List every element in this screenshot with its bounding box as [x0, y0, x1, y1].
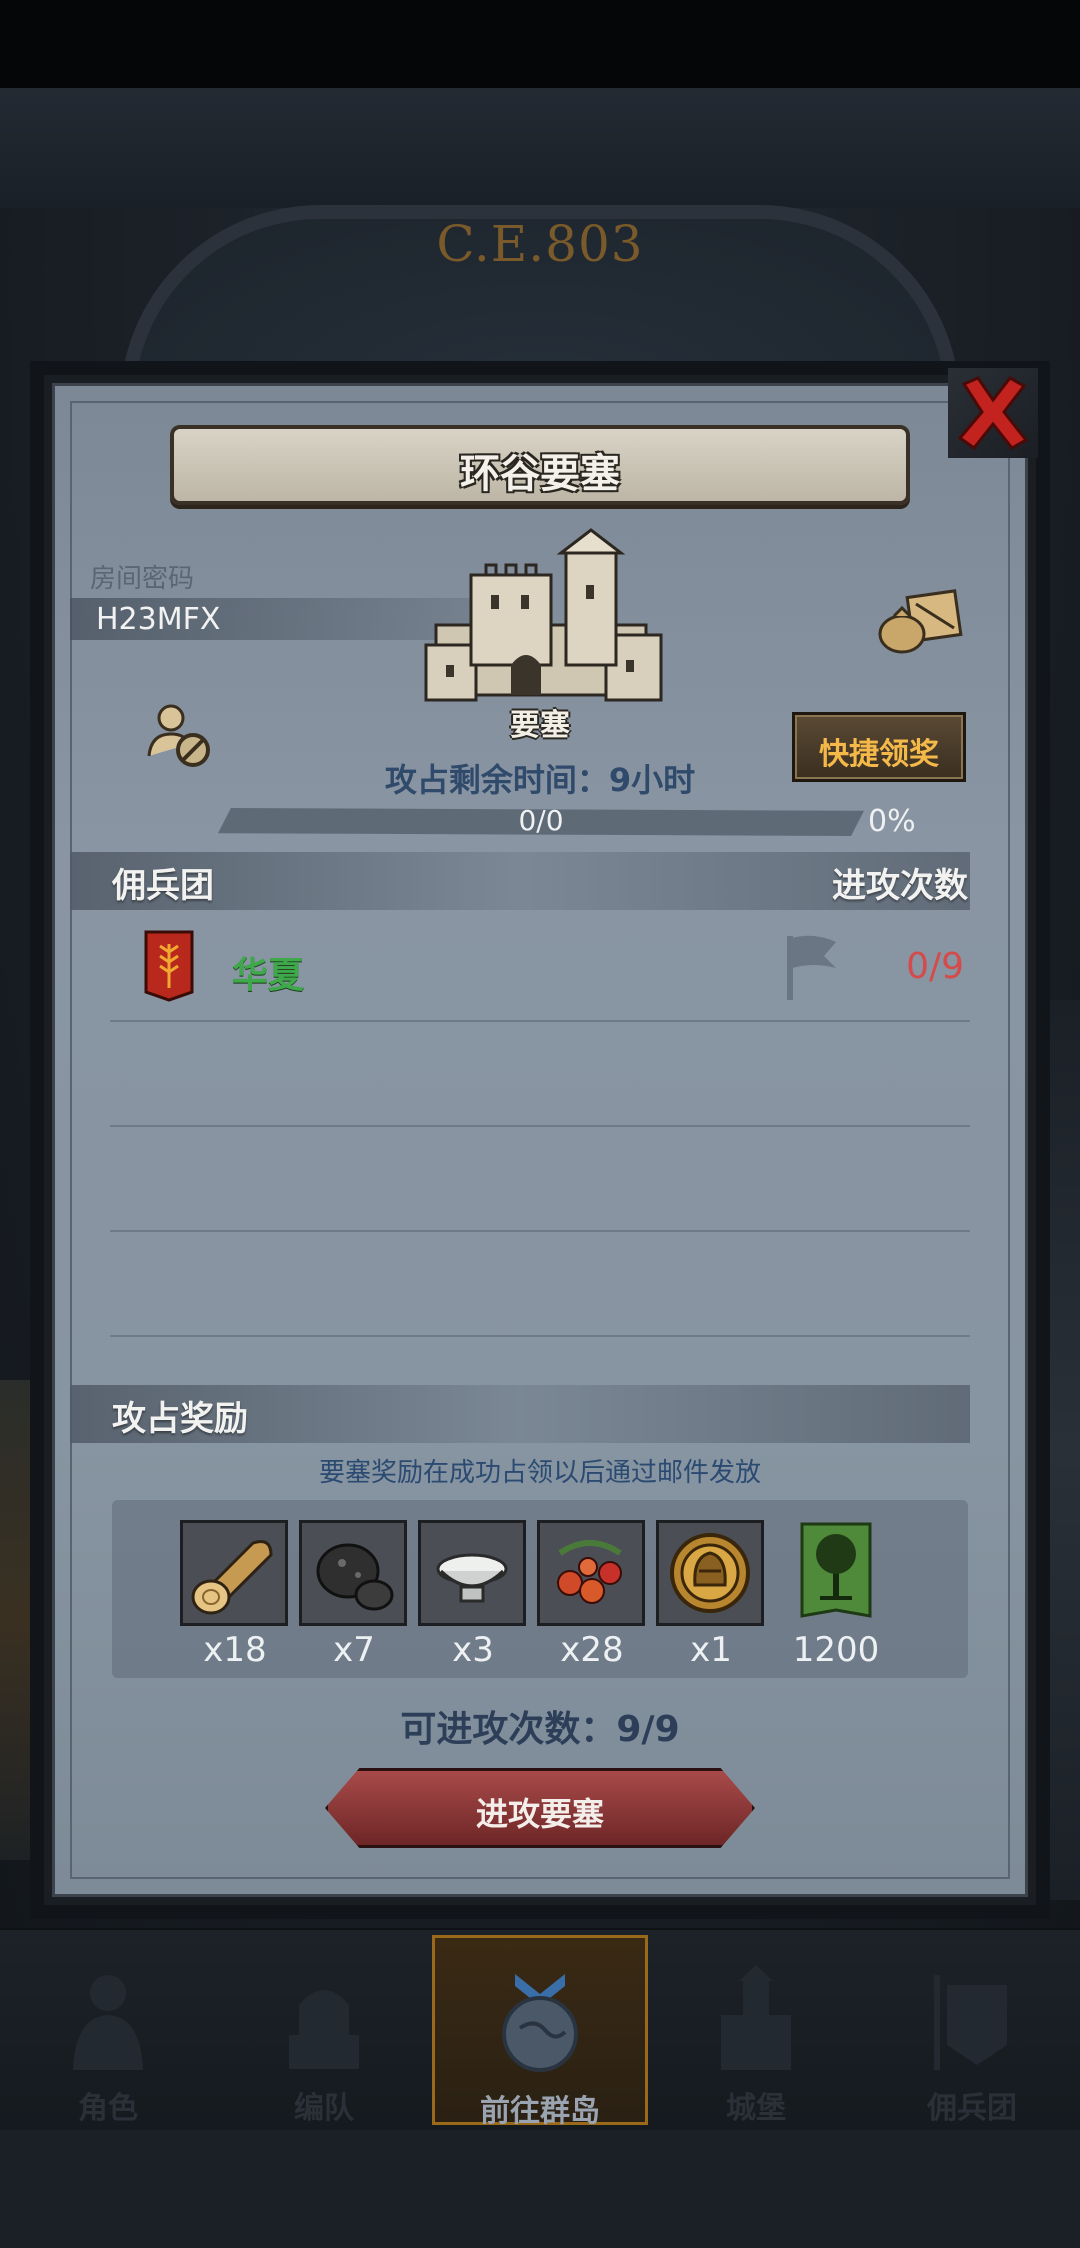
reward-qty: x28: [560, 1630, 624, 1670]
attack-fortress-button[interactable]: 进攻要塞: [325, 1768, 755, 1848]
no-entry-user-icon[interactable]: [145, 700, 215, 770]
close-icon: [957, 376, 1029, 451]
guild-icon: [934, 1975, 1007, 2070]
capture-progress-percent: 0%: [868, 804, 916, 839]
era-label: C.E.803: [436, 215, 644, 273]
berries-icon: [537, 1520, 645, 1626]
compass-globe-icon: [502, 1974, 578, 2072]
castle-icon: [721, 1965, 791, 2070]
reward-qty: x18: [203, 1630, 267, 1670]
attack-attempts: 可进攻次数：9/9: [400, 1709, 680, 1750]
background-strip: [0, 88, 1080, 208]
row-divider: [110, 1335, 970, 1337]
reward-qty: x1: [690, 1630, 732, 1670]
nav-item-islands[interactable]: 前往群岛: [432, 1935, 648, 2129]
tree-banner-icon: [784, 1520, 888, 1626]
formation-icon: [289, 1990, 359, 2069]
status-bar: [0, 0, 1080, 88]
guild-row[interactable]: 华夏 0/9: [110, 920, 970, 1020]
guild-banner-icon: [144, 930, 194, 1002]
guild-attack-count: 0/9: [906, 946, 964, 987]
supplies-icon[interactable]: [876, 586, 966, 656]
rewards-section-title: 攻占奖励: [112, 1399, 248, 1439]
reward-qty: x3: [452, 1630, 494, 1670]
fortress-label: 要塞: [510, 708, 570, 743]
knight-icon: [73, 1975, 143, 2070]
room-code: H23MFX: [96, 602, 221, 637]
nav-item-character[interactable]: 角色: [0, 1935, 216, 2126]
nav-label: 前往群岛: [480, 2094, 600, 2129]
time-remaining: 攻占剩余时间：9小时: [384, 761, 696, 799]
attack-count-header: 进攻次数: [832, 866, 968, 906]
row-divider: [110, 1020, 970, 1022]
reward-item[interactable]: x7: [299, 1520, 409, 1670]
capture-progress-text: 0/0: [518, 804, 564, 837]
reward-item[interactable]: 1200: [784, 1520, 888, 1670]
quick-claim-label: 快捷领奖: [819, 737, 939, 772]
helmet-medal-icon: [656, 1520, 764, 1626]
guild-section-title: 佣兵团: [112, 866, 214, 906]
nav-item-castle[interactable]: 城堡: [648, 1935, 864, 2126]
reward-item[interactable]: x18: [180, 1520, 290, 1670]
attack-fortress-label: 进攻要塞: [475, 1795, 604, 1833]
reward-note: 要塞奖励在成功占领以后通过邮件发放: [318, 1458, 761, 1488]
reward-qty: x7: [333, 1630, 375, 1670]
reward-item[interactable]: x3: [418, 1520, 528, 1670]
fortress-image: [424, 528, 663, 702]
nav-label: 角色: [78, 2091, 138, 2126]
nav-label: 编队: [294, 2091, 354, 2126]
row-divider: [110, 1230, 970, 1232]
dialog-title: 环谷要塞: [460, 451, 620, 497]
guild-name: 华夏: [232, 955, 305, 996]
flag-icon: [787, 935, 836, 1000]
nav-item-guild[interactable]: 佣兵团: [864, 1935, 1080, 2126]
quick-claim-button[interactable]: 快捷领奖: [792, 712, 966, 782]
system-nav-area: [0, 2130, 1080, 2248]
wood-log-icon: [180, 1520, 288, 1626]
row-divider: [110, 1125, 970, 1127]
nav-item-formation[interactable]: 编队: [216, 1935, 432, 2126]
nav-label: 佣兵团: [927, 2091, 1017, 2126]
reward-item[interactable]: x28: [537, 1520, 647, 1670]
reward-qty: 1200: [792, 1630, 880, 1670]
close-button[interactable]: [948, 368, 1038, 458]
salt-bowl-icon: [418, 1520, 526, 1626]
background-side-right: [1040, 1000, 1080, 1900]
room-code-label: 房间密码: [90, 564, 195, 594]
ore-icon: [299, 1520, 407, 1626]
reward-item[interactable]: x1: [656, 1520, 766, 1670]
title-banner: 环谷要塞: [170, 425, 910, 505]
nav-label: 城堡: [726, 2091, 786, 2126]
